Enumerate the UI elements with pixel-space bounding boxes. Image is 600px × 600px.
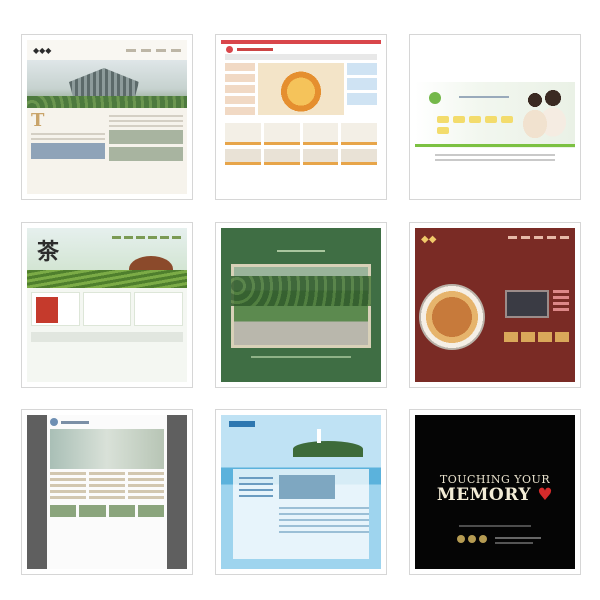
island-image — [293, 441, 363, 457]
people-photo — [521, 86, 567, 144]
content-panel — [233, 469, 369, 559]
website-screenshot-7 — [27, 415, 187, 569]
big-letter: T — [31, 110, 45, 131]
site-logo — [50, 418, 58, 426]
thumbnail-tile-9[interactable]: TOUCHING YOUR MEMORY ♥ — [409, 409, 581, 575]
thumbnail-tile-3[interactable] — [409, 34, 581, 200]
website-screenshot-9: TOUCHING YOUR MEMORY ♥ — [415, 415, 575, 569]
food-image — [258, 63, 344, 115]
site-logo — [229, 421, 255, 427]
website-screenshot-8 — [221, 415, 381, 569]
food-plate-image — [419, 284, 485, 350]
video-thumbnail — [505, 290, 549, 318]
website-screenshot-5 — [221, 228, 381, 382]
thumbnail-tile-6[interactable]: ◆◆ — [409, 222, 581, 388]
tea-field-image — [27, 270, 187, 288]
site-logo — [429, 92, 441, 104]
thumbnail-tile-4[interactable]: 茶 — [21, 222, 193, 388]
website-screenshot-1: ◆◆◆ T — [27, 40, 187, 194]
site-body: T — [27, 108, 187, 165]
website-screenshot-4: 茶 — [27, 228, 187, 382]
website-screenshot-3 — [415, 40, 575, 194]
site-logo — [226, 45, 233, 53]
thumbnail-tile-1[interactable]: ◆◆◆ T — [21, 34, 193, 200]
site-logo: ◆◆ — [421, 234, 437, 245]
thumbnail-tile-7[interactable] — [21, 409, 193, 575]
site-logo: ◆◆◆ — [33, 45, 52, 55]
site-header: ◆◆◆ — [27, 40, 187, 60]
heart-icon: ♥ — [530, 485, 554, 505]
thumbnail-tile-2[interactable] — [215, 34, 387, 200]
hero-image — [27, 60, 187, 108]
headline-line-2: MEMORY ♥ — [436, 485, 554, 505]
website-screenshot-2 — [221, 40, 381, 194]
website-screenshot-6: ◆◆ — [415, 228, 575, 382]
trees-image — [27, 96, 187, 108]
thumbnail-grid: ◆◆◆ T 茶 ◆◆ TOUCHING YOUR MEMORY ♥ — [0, 0, 600, 600]
thumbnail-tile-8[interactable] — [215, 409, 387, 575]
site-nav — [126, 48, 181, 52]
calligraphy-logo: 茶 — [37, 239, 60, 265]
interior-photo — [50, 429, 164, 469]
thumbnail-tile-5[interactable] — [215, 222, 387, 388]
hero-image: 茶 — [27, 228, 187, 288]
